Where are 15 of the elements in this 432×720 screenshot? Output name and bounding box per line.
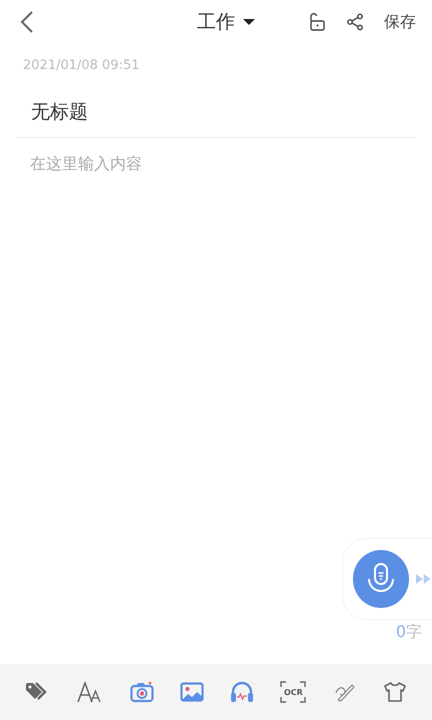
camera-icon[interactable] — [130, 681, 154, 703]
image-icon[interactable] — [180, 682, 204, 702]
note-date: 2021/01/08 09:51 — [22, 57, 141, 73]
word-count: 0字 — [396, 622, 422, 643]
font-size-icon[interactable] — [77, 681, 104, 703]
save-button[interactable]: 保存 — [384, 12, 416, 32]
unlock-icon[interactable] — [308, 13, 326, 31]
shirt-icon[interactable] — [382, 681, 407, 703]
caret-icon — [243, 18, 255, 26]
share-icon[interactable] — [346, 13, 364, 31]
ocr-button[interactable]: OCR — [280, 681, 306, 703]
note-title[interactable]: 无标题 — [16, 99, 416, 138]
back-icon[interactable] — [20, 10, 34, 34]
headphones-icon[interactable] — [230, 681, 254, 703]
category-dropdown[interactable]: 工作 — [197, 9, 255, 35]
